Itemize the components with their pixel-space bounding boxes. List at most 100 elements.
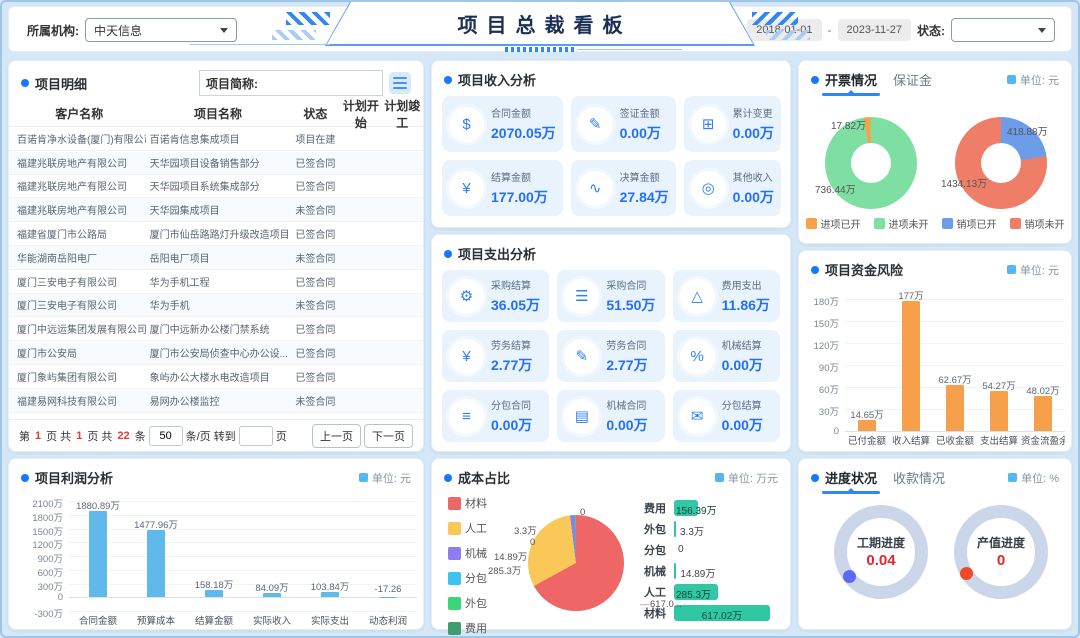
purchase-settle-icon: ⚙ [449,279,484,314]
panel-income-analysis: 项目收入分析 $合同金额2070.05万✎签证金额0.00万⊞累计变更0.00万… [431,60,791,228]
legend-item: 外包 [448,595,487,611]
y-tick: 1200万 [17,537,63,551]
legend-item: 分包 [448,570,487,586]
project-search-input[interactable] [264,71,382,95]
bar-value-label: 1880.89万 [58,498,138,512]
bar-value-label: 48.02万 [1003,383,1080,397]
legend-item: 销项未开 [1010,216,1065,231]
search-label: 项目简称: [200,75,264,92]
stat-card: ✎劳务合同2.77万 [557,330,664,382]
cell-status: 未签合同 [291,393,341,408]
title-banner: 项目总裁看板 [325,0,755,46]
org-select[interactable]: 中天信息 [85,18,237,42]
panel-progress: 进度状况 收款情况 单位: % 工期进度0.04产值进度0 [798,458,1072,630]
stat-text: 机械合同0.00万 [606,397,647,435]
table-row[interactable]: 福建兆联房地产有限公司天华园项目设备销售部分已签合同 [9,151,423,175]
cell-status: 已签合同 [291,369,341,384]
table-row[interactable]: 福建兆联房地产有限公司天华园集成项目未签合同 [9,198,423,222]
cost-bar-label: 机械 [644,563,674,579]
cost-bar-track: 156.39万 [674,500,780,516]
labor-contract-icon: ✎ [564,339,599,374]
table-row[interactable]: 厦门中远运集团发展有限公司厦门中远新办公楼门禁系统已签合同 [9,317,423,341]
blocks-icon: ⊞ [691,107,726,142]
table-row[interactable]: 福建兆联房地产有限公司变电项目（1x800KVA吊顶柜）未签合同 [9,413,423,415]
tab-deposit[interactable]: 保证金 [893,70,932,89]
bar-category-label: 实际收入 [243,613,301,627]
bar-value-label: 1477.96万 [116,517,196,531]
cell-status: 项目在建 [291,131,341,146]
stat-value: 0.00万 [491,415,532,435]
stat-text: 签证金额0.00万 [620,105,661,143]
cost-bar-row: 费用156.39万 [644,497,780,518]
cell-status: 已签合同 [291,274,341,289]
list-icon[interactable] [389,72,411,94]
date-to-input[interactable]: 2023-11-27 [838,19,911,41]
cost-bar-row: 机械14.89万 [644,560,780,581]
pie-value-label: 0 [530,537,535,548]
table-row[interactable]: 福建兆联房地产有限公司天华园项目系统集成部分已签合同 [9,175,423,199]
tab-invoice-status[interactable]: 开票情况 [825,70,877,89]
goto-page-input[interactable] [239,426,273,446]
decor-line-left [190,44,330,45]
pager-text: 页 [276,428,287,444]
panel-title: 项目支出分析 [458,244,536,263]
invoice-legend: 进项已开进项未开销项已开销项未开 [799,216,1071,231]
stat-text: 其他收入0.00万 [733,169,774,207]
cell-customer: 福建兆联房地产有限公司 [9,178,146,193]
cell-status: 未签合同 [291,297,341,312]
table-row[interactable]: 厦门象屿集团有限公司象屿办公大楼水电改造项目已签合同 [9,365,423,389]
cost-bar-track: 0 [674,542,780,558]
pie-value-label: 3.3万 [514,523,537,537]
stat-card: ¥劳务结算2.77万 [442,330,549,382]
unit-badge: 单位: 万元 [715,470,778,486]
legend-item: 材料 [448,495,487,511]
bar-value-label: -17.26 [348,584,428,595]
cell-status: 已签合同 [291,345,341,360]
cell-status: 已签合同 [291,226,341,241]
y-tick: 900万 [17,551,63,565]
org-filter: 所属机构: 中天信息 [27,18,237,42]
page-size-input[interactable] [149,426,183,446]
stat-value: 36.05万 [491,295,540,315]
table-row[interactable]: 厦门市公安局厦门市公安局侦查中心办公设...已签合同 [9,341,423,365]
col-plan-start: 计划开始 [340,97,381,131]
cell-project: 天华园项目设备销售部分 [146,155,291,170]
profit-bar-chart: 2100万1800万1500万1200万900万600万300万0-300万18… [17,489,417,627]
date-separator: - [828,23,832,37]
invoice-yen-icon: ¥ [449,171,484,206]
pie-value-label: 285.3万 [488,563,521,577]
table-row[interactable]: 福建省厦门市公路局厦门市仙岳路路灯升级改造项目已签合同 [9,222,423,246]
col-project-name: 项目名称 [146,105,291,122]
stat-text: 劳务合同2.77万 [606,337,647,375]
stat-value: 0.00万 [722,415,763,435]
table-row[interactable]: 百诺肯净水设备(厦门)有限公司百诺肯信息集成项目项目在建 [9,127,423,151]
stat-value: 0.00万 [620,123,661,143]
decor-slashes-right [752,12,798,25]
trend-chart-icon: ∿ [578,171,613,206]
tab-progress-status[interactable]: 进度状况 [825,468,877,487]
cell-status: 已签合同 [291,178,341,193]
table-row[interactable]: 厦门三安电子有限公司华为手机工程已签合同 [9,270,423,294]
panel-profit-analysis: 项目利润分析 单位: 元 2100万1800万1500万1200万900万600… [8,458,424,630]
stat-label: 累计变更 [733,105,774,120]
table-header: 客户名称 项目名称 状态 计划开始 计划竣工 [9,101,423,127]
stat-text: 机械结算0.00万 [722,337,763,375]
legend-item: 费用 [448,620,487,636]
legend-label: 人工 [465,520,487,536]
stat-card: ◎其他收入0.00万 [684,160,781,216]
gauge-label: 产值进度 [954,534,1048,551]
stat-value: 0.00万 [606,415,647,435]
col-status: 状态 [291,105,341,122]
table-row[interactable]: 厦门三安电子有限公司华为手机未签合同 [9,294,423,318]
bar-category-label: 实际支出 [301,613,359,627]
pie-value-label: 617.0... [640,599,682,610]
cell-customer: 百诺肯净水设备(厦门)有限公司 [9,131,146,146]
status-select[interactable] [951,18,1055,42]
prev-page-button[interactable]: 上一页 [312,424,361,448]
table-row[interactable]: 福建易网科技有限公司易网办公楼监控未签合同 [9,389,423,413]
legend-swatch [448,622,461,635]
table-row[interactable]: 华能湖南岳阳电厂岳阳电厂项目未签合同 [9,246,423,270]
next-page-button[interactable]: 下一页 [364,424,413,448]
bar-category-label: 预算成本 [127,613,185,627]
tab-collection-status[interactable]: 收款情况 [893,468,945,487]
